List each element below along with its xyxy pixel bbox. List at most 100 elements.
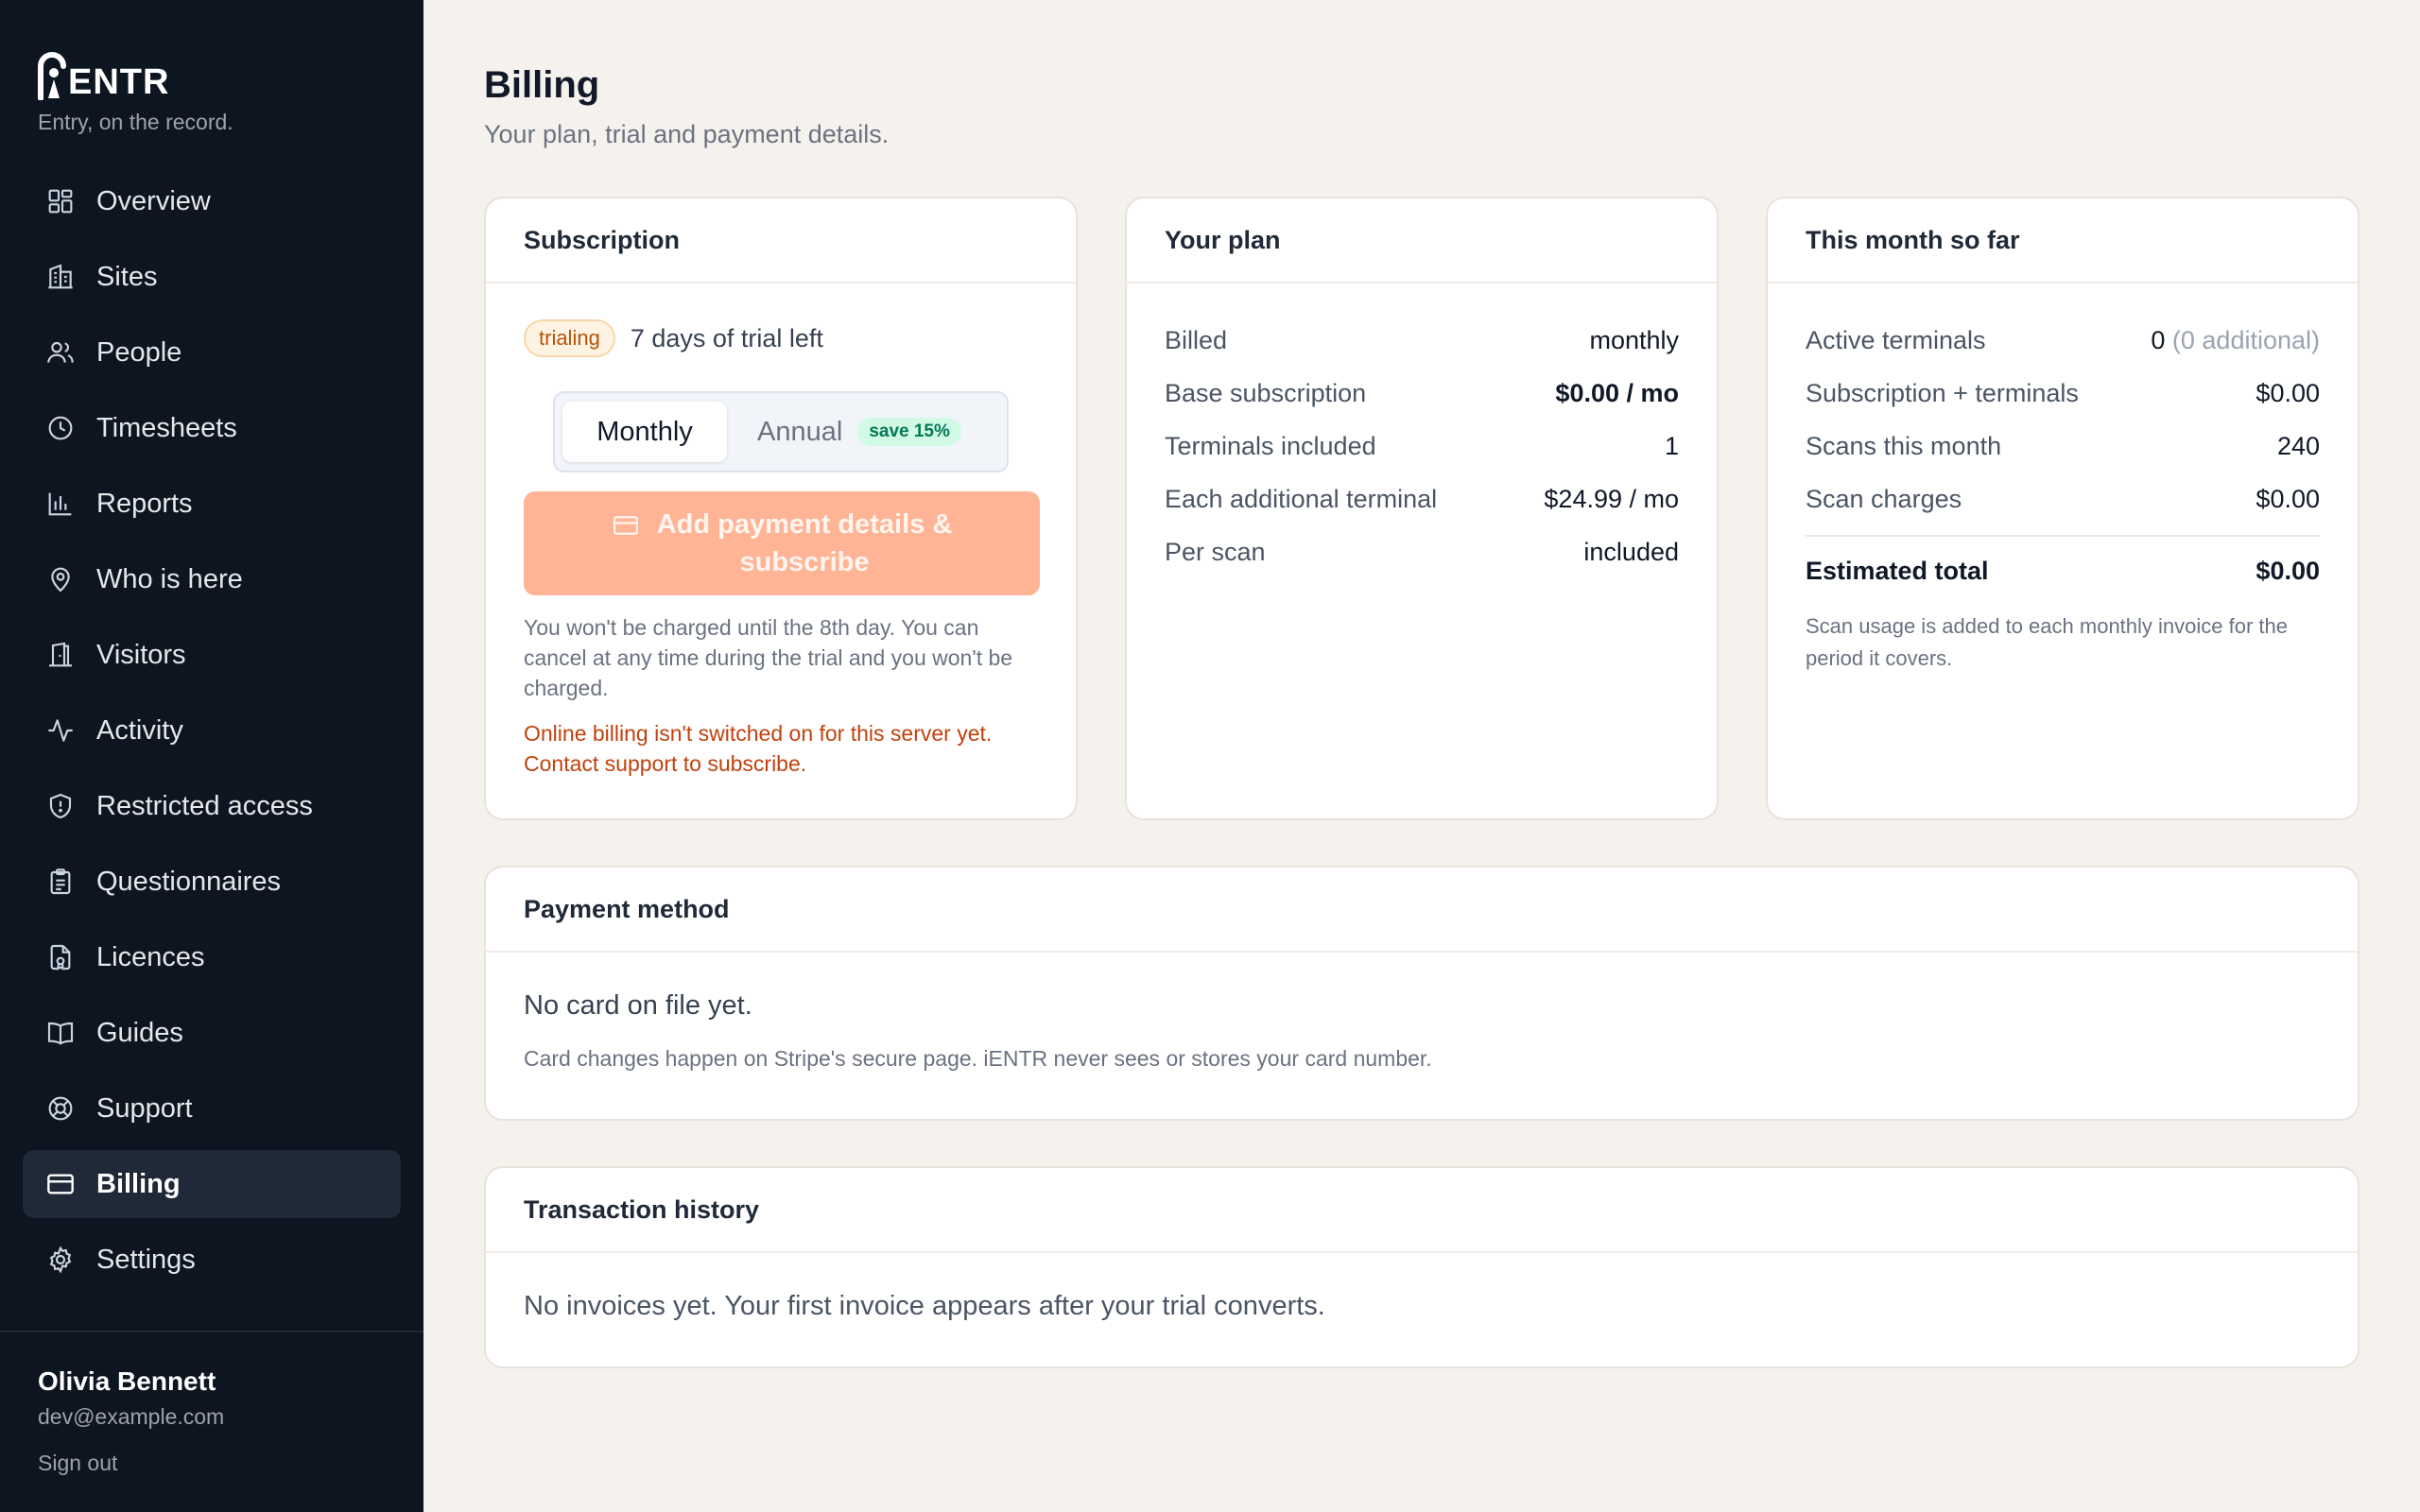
user-panel: Olivia Bennett dev@example.com Sign out — [0, 1331, 424, 1512]
toggle-annual[interactable]: Annual save 15% — [727, 402, 980, 462]
building-icon — [45, 262, 76, 292]
sidebar-item-label: Sites — [96, 261, 158, 292]
logo[interactable]: ENTR — [38, 47, 386, 100]
row-label: Scan charges — [1806, 484, 1962, 513]
sidebar-item-people[interactable]: People — [23, 318, 401, 387]
toggle-monthly[interactable]: Monthly — [562, 402, 727, 462]
sidebar-item-label: Overview — [96, 185, 211, 216]
month-row-scans: Scans this month 240 — [1806, 420, 2320, 472]
row-label: Per scan — [1165, 537, 1266, 566]
sidebar-item-guides[interactable]: Guides — [23, 999, 401, 1067]
sidebar-item-overview[interactable]: Overview — [23, 167, 401, 235]
sidebar-item-reports[interactable]: Reports — [23, 470, 401, 538]
sidebar: ENTR Entry, on the record. Overview Site… — [0, 0, 424, 1512]
plan-row-per-scan: Per scan included — [1165, 525, 1679, 578]
sidebar-item-label: Settings — [96, 1244, 196, 1275]
bar-chart-icon — [45, 489, 76, 519]
sidebar-item-label: Who is here — [96, 563, 243, 594]
sidebar-item-label: Activity — [96, 714, 183, 746]
no-invoices-message: No invoices yet. Your first invoice appe… — [524, 1291, 1325, 1321]
main-content: Billing Your plan, trial and payment det… — [424, 0, 2420, 1512]
sidebar-item-billing[interactable]: Billing — [23, 1150, 401, 1218]
button-label-line2: subscribe — [739, 547, 870, 577]
row-value: 0 — [2151, 325, 2166, 354]
location-pin-icon — [45, 564, 76, 594]
row-value: 240 — [2276, 431, 2320, 460]
button-label-line1: Add payment details & — [656, 508, 953, 540]
sidebar-item-who-is-here[interactable]: Who is here — [23, 545, 401, 613]
brand: ENTR Entry, on the record. — [0, 0, 424, 135]
stripe-note: Card changes happen on Stripe's secure p… — [524, 1046, 1432, 1071]
row-label: Base subscription — [1165, 378, 1367, 407]
save-badge: save 15% — [857, 418, 961, 446]
clock-icon — [45, 413, 76, 443]
sidebar-item-restricted-access[interactable]: Restricted access — [23, 772, 401, 840]
sidebar-item-timesheets[interactable]: Timesheets — [23, 394, 401, 462]
sidebar-item-label: Timesheets — [96, 412, 237, 443]
row-value: $0.00 — [2256, 484, 2320, 513]
sidebar-item-label: Support — [96, 1092, 193, 1124]
logo-text: ENTR — [68, 62, 170, 102]
row-value: 1 — [1664, 431, 1679, 460]
transaction-card-title: Transaction history — [486, 1168, 2358, 1253]
add-payment-subscribe-button[interactable]: Add payment details & subscribe — [524, 491, 1040, 595]
row-label: Each additional terminal — [1165, 484, 1438, 513]
month-row-estimated-total: Estimated total $0.00 — [1806, 537, 2320, 605]
row-value: $0.00 — [2256, 378, 2320, 407]
status-badge: trialing — [524, 319, 615, 357]
document-icon — [45, 942, 76, 972]
credit-card-icon — [45, 1169, 76, 1199]
sidebar-item-sites[interactable]: Sites — [23, 243, 401, 311]
pulse-icon — [45, 715, 76, 746]
sidebar-item-label: Reports — [96, 488, 193, 519]
trial-charge-note: You won't be charged until the 8th day. … — [524, 615, 1013, 700]
transaction-history-card: Transaction history No invoices yet. You… — [484, 1166, 2360, 1368]
sidebar-item-label: Billing — [96, 1168, 181, 1199]
payment-card-title: Payment method — [486, 868, 2358, 953]
sidebar-item-label: Licences — [96, 941, 205, 972]
row-label: Terminals included — [1165, 431, 1376, 460]
clipboard-icon — [45, 867, 76, 897]
row-label: Active terminals — [1806, 325, 1986, 354]
sidebar-item-label: Guides — [96, 1017, 183, 1048]
billing-period-toggle: Monthly Annual save 15% — [553, 391, 1009, 472]
row-label: Scans this month — [1806, 431, 2002, 460]
page-subtitle: Your plan, trial and payment details. — [484, 120, 890, 148]
grid-icon — [45, 186, 76, 216]
plan-row-base-subscription: Base subscription $0.00 / mo — [1165, 367, 1679, 420]
sidebar-item-visitors[interactable]: Visitors — [23, 621, 401, 689]
scan-usage-note: Scan usage is added to each monthly invo… — [1806, 614, 2288, 670]
month-summary-card: This month so far Active terminals 0 (0 … — [1766, 197, 2360, 820]
sidebar-item-label: People — [96, 336, 182, 368]
tagline: Entry, on the record. — [38, 110, 233, 134]
month-row-scan-charges: Scan charges $0.00 — [1806, 472, 2320, 525]
month-card-title: This month so far — [1768, 198, 2358, 284]
sidebar-item-licences[interactable]: Licences — [23, 923, 401, 991]
sidebar-item-support[interactable]: Support — [23, 1074, 401, 1143]
subscription-card-title: Subscription — [486, 198, 1076, 284]
trial-days-left: 7 days of trial left — [630, 323, 823, 352]
plan-row-terminals-included: Terminals included 1 — [1165, 420, 1679, 472]
lifebuoy-icon — [45, 1093, 76, 1124]
sidebar-item-questionnaires[interactable]: Questionnaires — [23, 848, 401, 916]
plan-row-billed: Billed monthly — [1165, 314, 1679, 367]
sign-out-link[interactable]: Sign out — [38, 1451, 117, 1476]
credit-card-icon — [613, 516, 638, 535]
door-icon — [45, 640, 76, 670]
subscription-card: Subscription trialing 7 days of trial le… — [484, 197, 1078, 820]
sidebar-nav: Overview Sites People Timesheets Reports… — [0, 167, 424, 1331]
month-row-subscription-terminals: Subscription + terminals $0.00 — [1806, 367, 2320, 420]
logo-mark-icon — [38, 52, 66, 100]
shield-icon — [45, 791, 76, 821]
plan-card: Your plan Billed monthly Base subscriptio… — [1125, 197, 1719, 820]
toggle-annual-label: Annual — [757, 416, 843, 447]
row-value-extra: (0 additional) — [2171, 325, 2320, 354]
sidebar-item-activity[interactable]: Activity — [23, 696, 401, 765]
sidebar-item-settings[interactable]: Settings — [23, 1226, 401, 1294]
billing-disabled-warning: Online billing isn't switched on for thi… — [524, 721, 993, 776]
sidebar-item-label: Restricted access — [96, 790, 313, 821]
book-icon — [45, 1018, 76, 1048]
user-email: dev@example.com — [38, 1404, 225, 1429]
people-icon — [45, 337, 76, 368]
row-value: $0.00 / mo — [1555, 378, 1679, 407]
